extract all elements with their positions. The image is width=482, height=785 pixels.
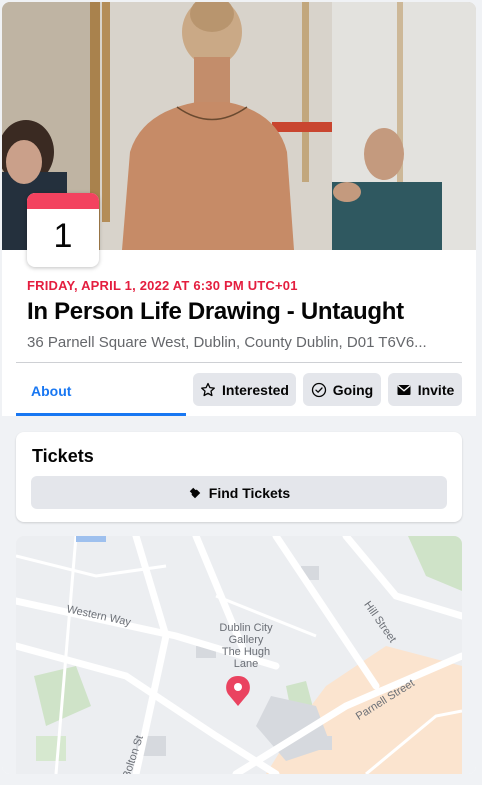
- divider: [16, 362, 462, 363]
- map-poi-line: Dublin City: [219, 622, 273, 634]
- tickets-heading: Tickets: [32, 446, 94, 466]
- invite-button[interactable]: Invite: [388, 373, 462, 406]
- check-circle-icon: [311, 382, 326, 397]
- tab-about-label: About: [31, 383, 72, 399]
- find-tickets-button[interactable]: Find Tickets: [31, 476, 447, 509]
- map-poi-line: The Hugh: [221, 646, 271, 658]
- interested-button[interactable]: Interested: [193, 373, 296, 406]
- ticket-icon: [189, 487, 201, 498]
- event-day-number: 1: [53, 217, 73, 255]
- tickets-card: Tickets Find Tickets: [16, 432, 462, 522]
- going-label: Going: [332, 381, 374, 398]
- going-button[interactable]: Going: [303, 373, 381, 406]
- event-title: In Person Life Drawing - Untaught: [27, 298, 404, 325]
- event-card: 1 FRIDAY, APRIL 1, 2022 AT 6:30 PM UTC+0…: [2, 2, 476, 774]
- event-address[interactable]: 36 Parnell Square West, Dublin, County D…: [27, 334, 427, 351]
- event-datetime: FRIDAY, APRIL 1, 2022 AT 6:30 PM UTC+01: [27, 278, 298, 293]
- event-location-map[interactable]: Western Way Hill Street Parnell Street B…: [16, 536, 462, 774]
- invite-label: Invite: [417, 381, 455, 398]
- interested-label: Interested: [222, 381, 289, 398]
- tab-about[interactable]: About: [16, 364, 186, 416]
- find-tickets-label: Find Tickets: [208, 484, 291, 501]
- envelope-icon: [397, 384, 411, 395]
- calendar-icon-header: [27, 193, 99, 209]
- event-date-badge: 1: [27, 193, 99, 267]
- map-poi-line: Lane: [233, 658, 259, 670]
- map-poi-line: Gallery: [228, 634, 264, 646]
- star-icon: [201, 382, 215, 396]
- map-poi-label: Dublin City Gallery The Hugh Lane: [206, 622, 286, 670]
